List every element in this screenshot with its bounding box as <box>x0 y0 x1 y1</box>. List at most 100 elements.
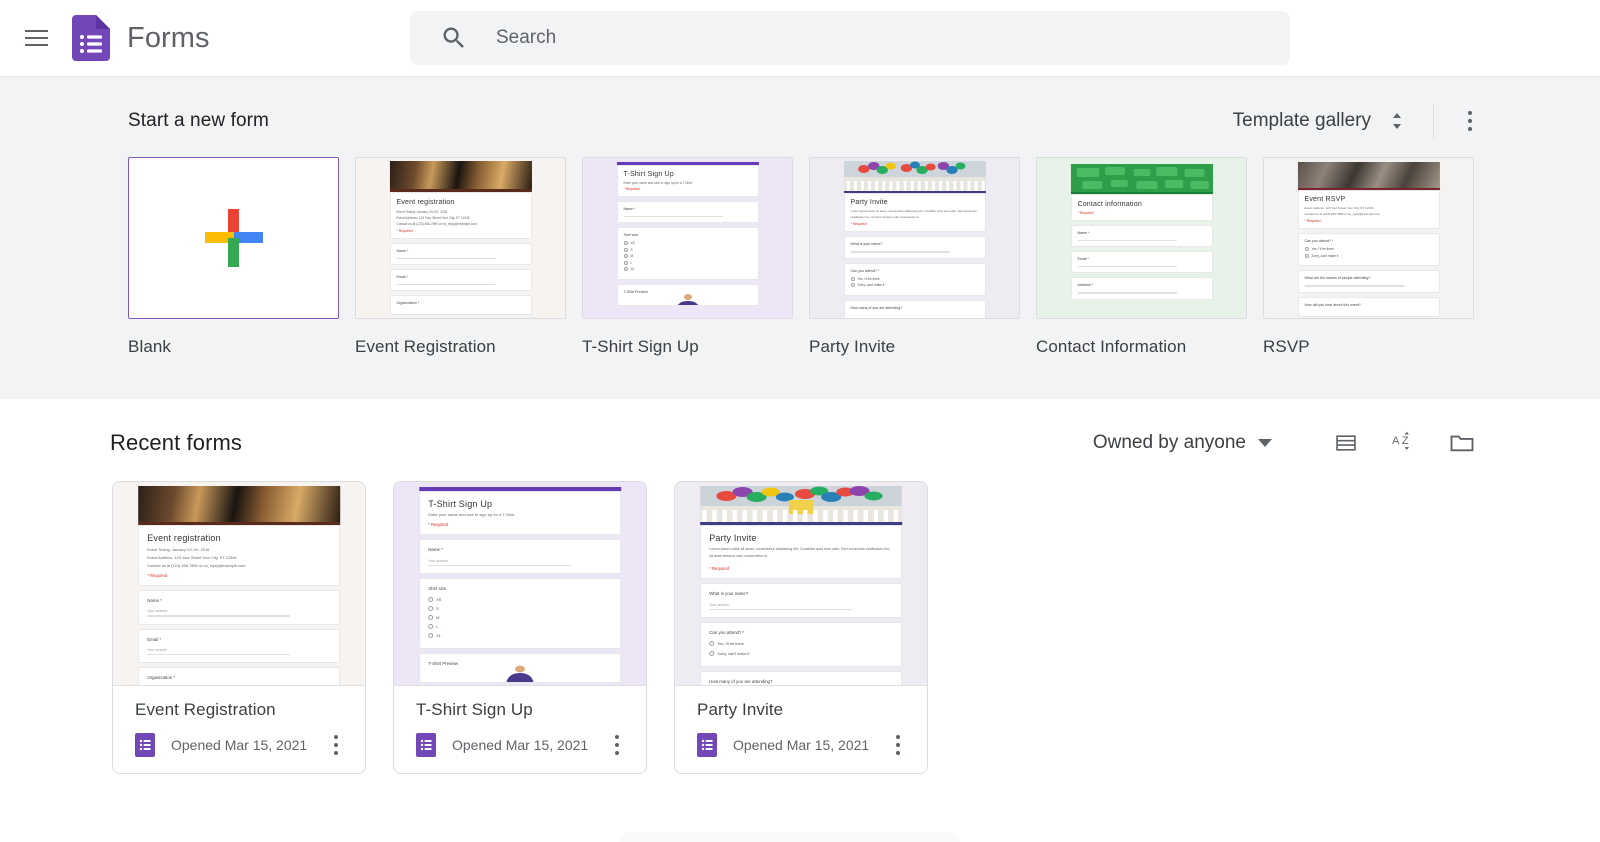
preview-option: XL <box>630 267 635 272</box>
preview-line-3: Contact us at (123) 456-7890 or no_reply… <box>396 221 477 226</box>
chat-bubbles-image <box>1070 164 1213 192</box>
more-vert-icon[interactable] <box>602 729 632 761</box>
template-card-tshirt-sign-up[interactable]: T-Shirt Sign Up Enter your name and size… <box>582 157 809 357</box>
preview-question-1: What is your name? <box>850 242 883 247</box>
app-title: Forms <box>127 21 210 54</box>
recent-form-thumbnail: Event registration Event Timing: January… <box>113 482 365 686</box>
tshirt-preview-image <box>506 665 534 682</box>
template-label-party-invite: Party Invite <box>809 337 896 356</box>
preview-option: S <box>630 247 633 252</box>
recent-form-card[interactable]: T-Shirt Sign Up Enter your name and size… <box>393 481 647 774</box>
template-thumbnail-party-invite: Party Invite Lorem ipsum dolor sit amet,… <box>809 157 1020 319</box>
preview-question-1: Name * <box>147 598 162 604</box>
preview-option: M <box>630 254 634 259</box>
template-label-blank: Blank <box>128 337 172 356</box>
preview-question-1: Can you attend? * <box>1304 239 1334 244</box>
preview-question-3: How many of you are attending? <box>850 305 903 310</box>
template-thumbnail-blank <box>128 157 339 319</box>
preview-option: Sorry, can't make it <box>1311 253 1339 258</box>
preview-title: Party Invite <box>709 533 757 543</box>
template-card-contact-information[interactable]: Contact information * Required Name * Em… <box>1036 157 1263 357</box>
preview-question-3: Organization * <box>396 301 420 306</box>
recent-form-opened: Opened Mar 15, 2021 <box>452 737 589 753</box>
preview-line-2: Contact us at (123) 456-7890 or no_reply… <box>1304 211 1381 216</box>
preview-option: Sorry, can't make it <box>857 283 885 288</box>
recent-form-thumbnail: T-Shirt Sign Up Enter your name and size… <box>394 482 646 686</box>
recent-forms-section: Recent forms Owned by anyone A Z Event r… <box>0 399 1600 774</box>
template-thumbnail-event-registration: Event registration Event Timing: January… <box>355 157 566 319</box>
hamburger-icon[interactable] <box>12 14 60 62</box>
template-thumbnail-contact-information: Contact information * Required Name * Em… <box>1036 157 1247 319</box>
google-plus-icon <box>204 209 263 267</box>
preview-option: Yes, I'll be there <box>717 641 744 646</box>
recent-forms-title: Recent forms <box>110 430 243 455</box>
preview-question-1: What is your name? <box>709 590 749 596</box>
preview-question-2: Email * <box>396 274 408 279</box>
more-vert-icon[interactable] <box>883 729 913 761</box>
recent-form-name: T-Shirt Sign Up <box>416 700 533 719</box>
preview-question-2: Email * <box>147 636 162 642</box>
balloons-image <box>843 161 986 191</box>
recent-form-footer: Party Invite Opened Mar 15, 2021 <box>675 686 927 773</box>
preview-line-3: Contact us at (123) 456-7890 or no_reply… <box>147 562 246 568</box>
preview-answer-hint: Your answer <box>147 647 168 652</box>
recent-form-opened: Opened Mar 15, 2021 <box>171 737 308 753</box>
preview-title: Contact information <box>1077 201 1142 208</box>
search-bar[interactable] <box>410 11 1290 65</box>
google-forms-logo[interactable] <box>72 15 110 61</box>
open-file-picker-button[interactable] <box>1438 419 1486 467</box>
template-label-contact-information: Contact Information <box>1036 337 1187 356</box>
recent-form-name: Party Invite <box>697 700 784 719</box>
template-card-party-invite[interactable]: Party Invite Lorem ipsum dolor sit amet,… <box>809 157 1036 357</box>
preview-desc: Lorem ipsum dolor sit amet, consectetur … <box>850 209 978 219</box>
preview-desc: Lorem ipsum dolor sit amet, consectetur … <box>709 547 891 559</box>
template-gallery-button[interactable]: Template gallery <box>1229 104 1411 138</box>
preview-question-1: Name * <box>396 248 409 253</box>
template-label-tshirt-sign-up: T-Shirt Sign Up <box>582 337 699 356</box>
preview-required: * Required <box>147 573 167 579</box>
preview-title: T-Shirt Sign Up <box>623 171 674 178</box>
preview-question-1: Name * <box>428 547 443 552</box>
preview-required: * Required <box>709 565 729 571</box>
search-icon <box>443 27 464 48</box>
more-vert-icon[interactable] <box>321 729 351 761</box>
preview-required: * Required <box>428 522 448 527</box>
preview-required: * Required <box>850 222 867 227</box>
preview-line-1: Event Timing: January XX-XX, 2016 <box>147 547 210 552</box>
chevron-updown-icon <box>1393 113 1401 129</box>
list-view-button[interactable] <box>1322 419 1370 467</box>
recent-form-opened: Opened Mar 15, 2021 <box>733 737 870 753</box>
recent-form-thumbnail: Party Invite Lorem ipsum dolor sit amet,… <box>675 482 927 686</box>
preview-option: Yes, I'll be there <box>857 276 880 281</box>
template-label-rsvp: RSVP <box>1263 337 1310 356</box>
template-card-blank[interactable]: Blank <box>128 157 355 357</box>
svg-text:Z: Z <box>1402 435 1409 447</box>
sort-button[interactable]: A Z <box>1380 419 1428 467</box>
caret-down-icon <box>1258 439 1272 447</box>
recent-form-card[interactable]: Event registration Event Timing: January… <box>112 481 366 774</box>
more-vert-icon[interactable] <box>1450 101 1490 141</box>
preview-desc: Enter your name and size to sign up for … <box>623 181 693 185</box>
preview-question-3: Address * <box>1077 283 1094 288</box>
preview-option: M <box>436 615 440 620</box>
recent-form-card[interactable]: Party Invite Lorem ipsum dolor sit amet,… <box>674 481 928 774</box>
template-card-event-registration[interactable]: Event registration Event Timing: January… <box>355 157 582 357</box>
preview-question-3: How many of you are attending? <box>709 678 773 684</box>
preview-option: L <box>630 260 633 265</box>
app-header: Forms <box>0 0 1600 76</box>
recent-forms-header: Recent forms Owned by anyone A Z <box>110 415 1490 471</box>
preview-question-2: Email * <box>1077 257 1089 262</box>
search-input[interactable] <box>496 27 1272 49</box>
preview-option: S <box>436 606 439 611</box>
preview-question-2: Shirt size <box>428 586 447 592</box>
preview-question-3: How did you hear about this event? <box>1304 302 1361 307</box>
owner-filter-dropdown[interactable]: Owned by anyone <box>1085 426 1280 460</box>
preview-question-2: Can you attend? * <box>850 268 880 273</box>
preview-required: * Required <box>1077 211 1094 215</box>
preview-question-3: Organization * <box>147 674 176 680</box>
template-card-rsvp[interactable]: Event RSVP Event Address: 123 Your Stree… <box>1263 157 1490 357</box>
start-new-form-title: Start a new form <box>128 110 269 131</box>
template-grid: Blank Event registration Event Timing: J… <box>128 157 1490 357</box>
preview-title: Event registration <box>396 198 455 206</box>
preview-question-1: Name * <box>1077 231 1090 235</box>
